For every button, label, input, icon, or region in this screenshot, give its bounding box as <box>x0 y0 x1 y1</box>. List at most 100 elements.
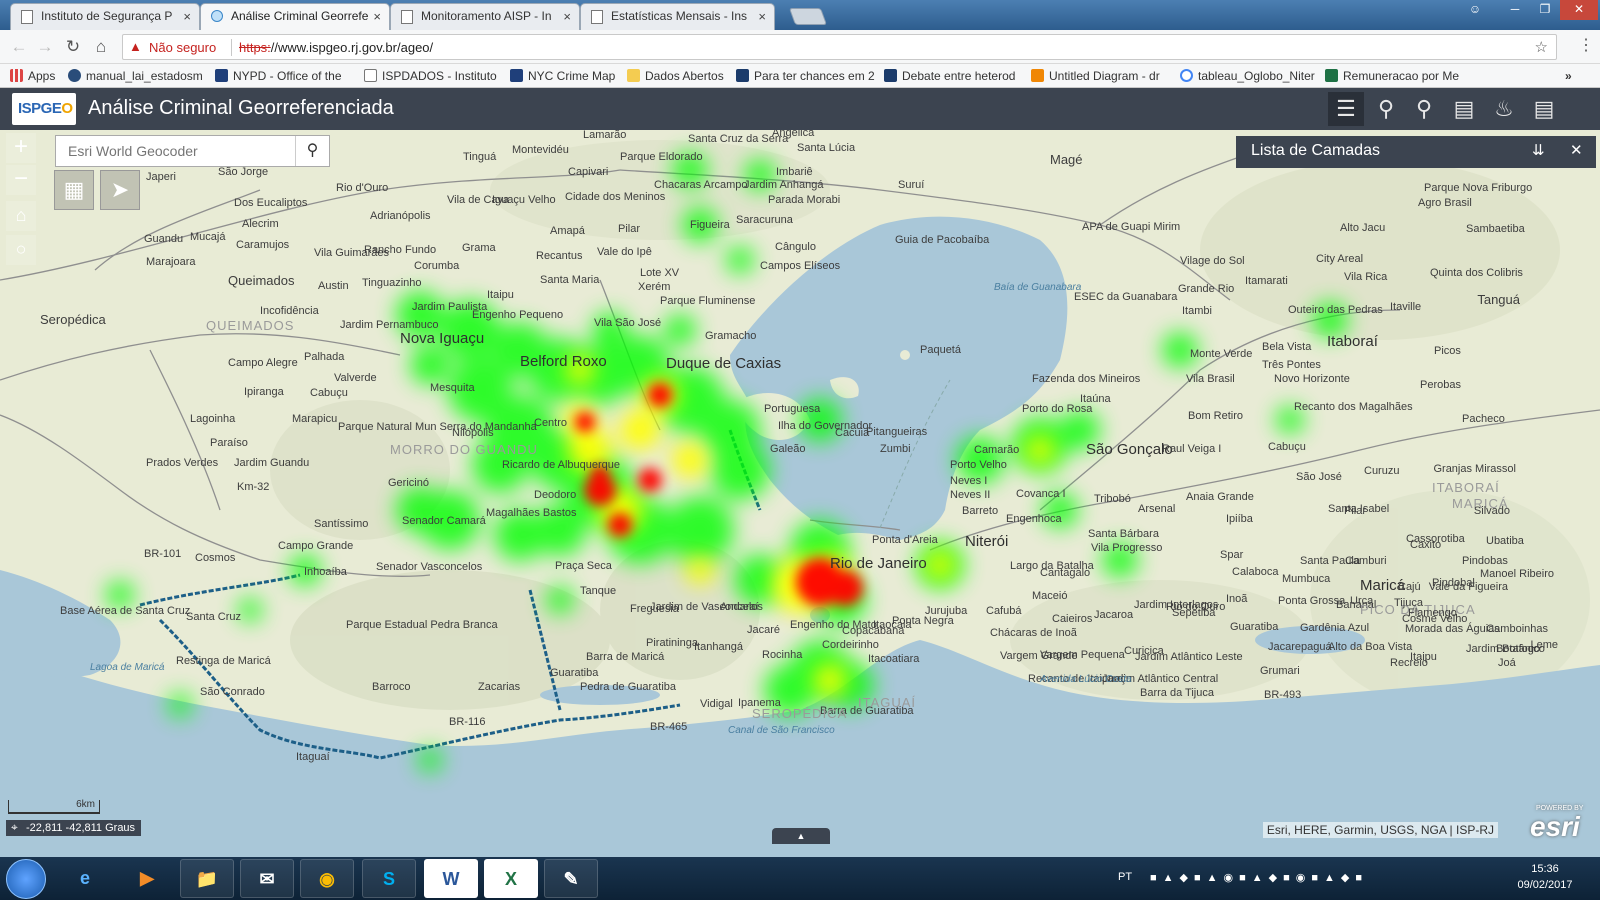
place-label: Recreio <box>1390 657 1428 669</box>
collapse-icon[interactable]: ⇊ <box>1532 141 1545 159</box>
place-label: Jacaroa <box>1094 609 1134 621</box>
excel-icon[interactable]: X <box>484 859 538 898</box>
place-label: Ipiíba <box>1226 513 1254 525</box>
crosshair-icon[interactable]: ⌖ <box>11 820 18 834</box>
place-label: Galeão <box>770 443 805 455</box>
basemap-gallery-button[interactable]: ▦ <box>54 170 94 210</box>
minimize-icon[interactable]: ─ <box>1500 0 1530 20</box>
tab-close-icon[interactable]: × <box>183 4 191 29</box>
chrome-menu-icon[interactable]: ⋮ <box>1578 35 1594 55</box>
address-bar[interactable]: ▲ Não seguro https://www.ispgeo.rj.gov.b… <box>122 34 1557 60</box>
tab-analise-criminal[interactable]: Análise Criminal Georrefe × <box>200 3 390 30</box>
bookmark-ispdados[interactable]: ISPDADOS - Instituto <box>364 68 497 84</box>
tab-close-icon[interactable]: × <box>563 4 571 29</box>
panel-close-icon[interactable]: ✕ <box>1570 141 1583 159</box>
zoom-in-button[interactable]: + <box>6 133 36 163</box>
print-button[interactable]: ➤ <box>100 170 140 210</box>
bookmark-label: Debate entre heterod <box>902 69 1016 83</box>
system-clock[interactable]: 15:36 09/02/2017 <box>1510 861 1580 893</box>
bottom-panel-toggle[interactable]: ▲ <box>772 828 830 844</box>
tab-close-icon[interactable]: × <box>373 4 381 29</box>
new-tab-button[interactable] <box>788 8 828 25</box>
place-label: Rocinha <box>762 649 803 661</box>
locate-button[interactable]: ○ <box>6 235 36 265</box>
place-label: BR-101 <box>144 548 181 560</box>
explorer-icon[interactable]: 📁 <box>180 859 234 898</box>
drawio-icon <box>1031 69 1044 82</box>
bookmarks-overflow-icon[interactable]: » <box>1565 68 1572 84</box>
place-label: Pilar <box>618 223 640 235</box>
profile-icon[interactable]: ☺ <box>1460 0 1490 20</box>
zoom-out-button[interactable]: − <box>6 165 36 195</box>
bookmark-remuneracao[interactable]: Remuneracao por Me <box>1325 68 1459 84</box>
home-extent-button[interactable]: ⌂ <box>6 201 36 231</box>
query-icon[interactable]: ⚲ <box>1368 92 1404 126</box>
place-label: Camburi <box>1345 555 1387 567</box>
geocoder-search-icon[interactable]: ⚲ <box>295 136 329 166</box>
map-canvas[interactable]: Lamarão Tinguá Montevidéu Parque Eldorado Sa… <box>0 130 1600 857</box>
chart-icon[interactable]: ▤ <box>1526 92 1562 126</box>
restore-icon[interactable]: ❐ <box>1530 0 1560 20</box>
map-attribution: Esri, HERE, Garmin, USGS, NGA | ISP-RJ <box>1262 822 1498 838</box>
bookmark-nypd[interactable]: NYPD - Office of the <box>215 68 342 84</box>
url-text[interactable]: https://www.ispgeo.rj.gov.br/ageo/ <box>239 40 433 55</box>
place-label: Picos <box>1434 345 1461 357</box>
place-label: Calaboca <box>1232 566 1279 578</box>
bookmark-manual-lai[interactable]: manual_lai_estadosm <box>68 68 203 84</box>
bookmark-star-icon[interactable]: ☆ <box>1535 38 1548 56</box>
bookmark-tableau[interactable]: tableau_Oglobo_Niter <box>1180 68 1315 84</box>
tab-monitoramento[interactable]: Monitoramento AISP - In × <box>390 3 580 30</box>
place-label: Caxito <box>1410 539 1441 551</box>
tab-estatisticas[interactable]: Estatísticas Mensais - Ins × <box>580 3 775 30</box>
place-label: Manoel Ribeiro <box>1480 568 1554 580</box>
system-tray-icons[interactable]: ■▲◆■▲◉■▲◆■◉■▲◆■ <box>1150 871 1368 884</box>
forward-icon[interactable]: → <box>34 36 56 58</box>
chrome-icon[interactable]: ◉ <box>300 859 354 898</box>
heatmap-flame-icon[interactable]: ♨ <box>1486 92 1522 126</box>
geocoder-input[interactable] <box>56 136 296 166</box>
search-icon[interactable]: ⚲ <box>1406 92 1442 126</box>
place-label: Duque de Caxias <box>666 355 781 372</box>
paint-icon[interactable]: ✎ <box>544 859 598 898</box>
start-button[interactable] <box>6 859 46 899</box>
place-label: Porto Velho <box>950 459 1007 471</box>
map-view[interactable]: Lamarão Tinguá Montevidéu Parque Eldorado Sa… <box>0 130 1600 857</box>
reload-icon[interactable]: ↻ <box>62 36 84 58</box>
bookmark-apps[interactable]: Apps <box>10 68 55 84</box>
back-icon[interactable]: ← <box>8 36 30 58</box>
bookmark-dados-abertos[interactable]: Dados Abertos <box>627 68 724 84</box>
outlook-icon[interactable]: ✉ <box>240 859 294 898</box>
place-label: Leme <box>1530 639 1558 651</box>
place-label: Itaville <box>1390 301 1421 313</box>
place-label: Base Aérea de Santa Cruz <box>60 605 190 617</box>
place-label: São Gonçalo <box>1086 441 1173 458</box>
home-icon[interactable]: ⌂ <box>90 36 112 58</box>
place-label: Chácaras de Inoã <box>990 627 1078 639</box>
layers-icon[interactable]: ☰ <box>1328 92 1364 126</box>
place-label: Gardênia Azul <box>1300 622 1369 634</box>
tab-isp[interactable]: Instituto de Segurança P × <box>10 3 200 30</box>
media-icon[interactable]: ▶ <box>120 859 174 898</box>
clock-time: 15:36 <box>1531 863 1559 875</box>
place-label: Tinguazinho <box>362 277 422 289</box>
window-close-icon[interactable]: ✕ <box>1560 0 1598 20</box>
security-label[interactable]: Não seguro <box>149 40 216 55</box>
bookmark-untitled-diagram[interactable]: Untitled Diagram - dr <box>1031 68 1160 84</box>
list-icon[interactable]: ▤ <box>1446 92 1482 126</box>
place-label: Magé <box>1050 152 1083 167</box>
tab-title: Monitoramento AISP - In <box>421 9 552 23</box>
ie-icon[interactable]: e <box>58 859 112 898</box>
bookmark-debate[interactable]: Debate entre heterod <box>884 68 1015 84</box>
bookmark-nyc-crime-map[interactable]: NYC Crime Map <box>510 68 615 84</box>
place-label: Parque Nova Friburgo <box>1424 182 1532 194</box>
tab-close-icon[interactable]: × <box>758 4 766 29</box>
word-icon[interactable]: W <box>424 859 478 898</box>
skype-icon[interactable]: S <box>362 859 416 898</box>
windows-taskbar: e ▶ 📁 ✉ ◉ S W X ✎ PT ■▲◆■▲◉■▲◆■◉■▲◆■ 15:… <box>0 857 1600 900</box>
browser-tabstrip: Instituto de Segurança P × Análise Crimi… <box>0 0 1600 30</box>
bookmark-para-ter-chances[interactable]: Para ter chances em 2 <box>736 68 875 84</box>
place-label: Recanto dos Magalhães <box>1294 401 1413 413</box>
language-indicator[interactable]: PT <box>1118 871 1132 883</box>
place-label: Iguaçu Velho <box>492 194 556 206</box>
place-label: ITAGUAÍ <box>858 695 916 710</box>
